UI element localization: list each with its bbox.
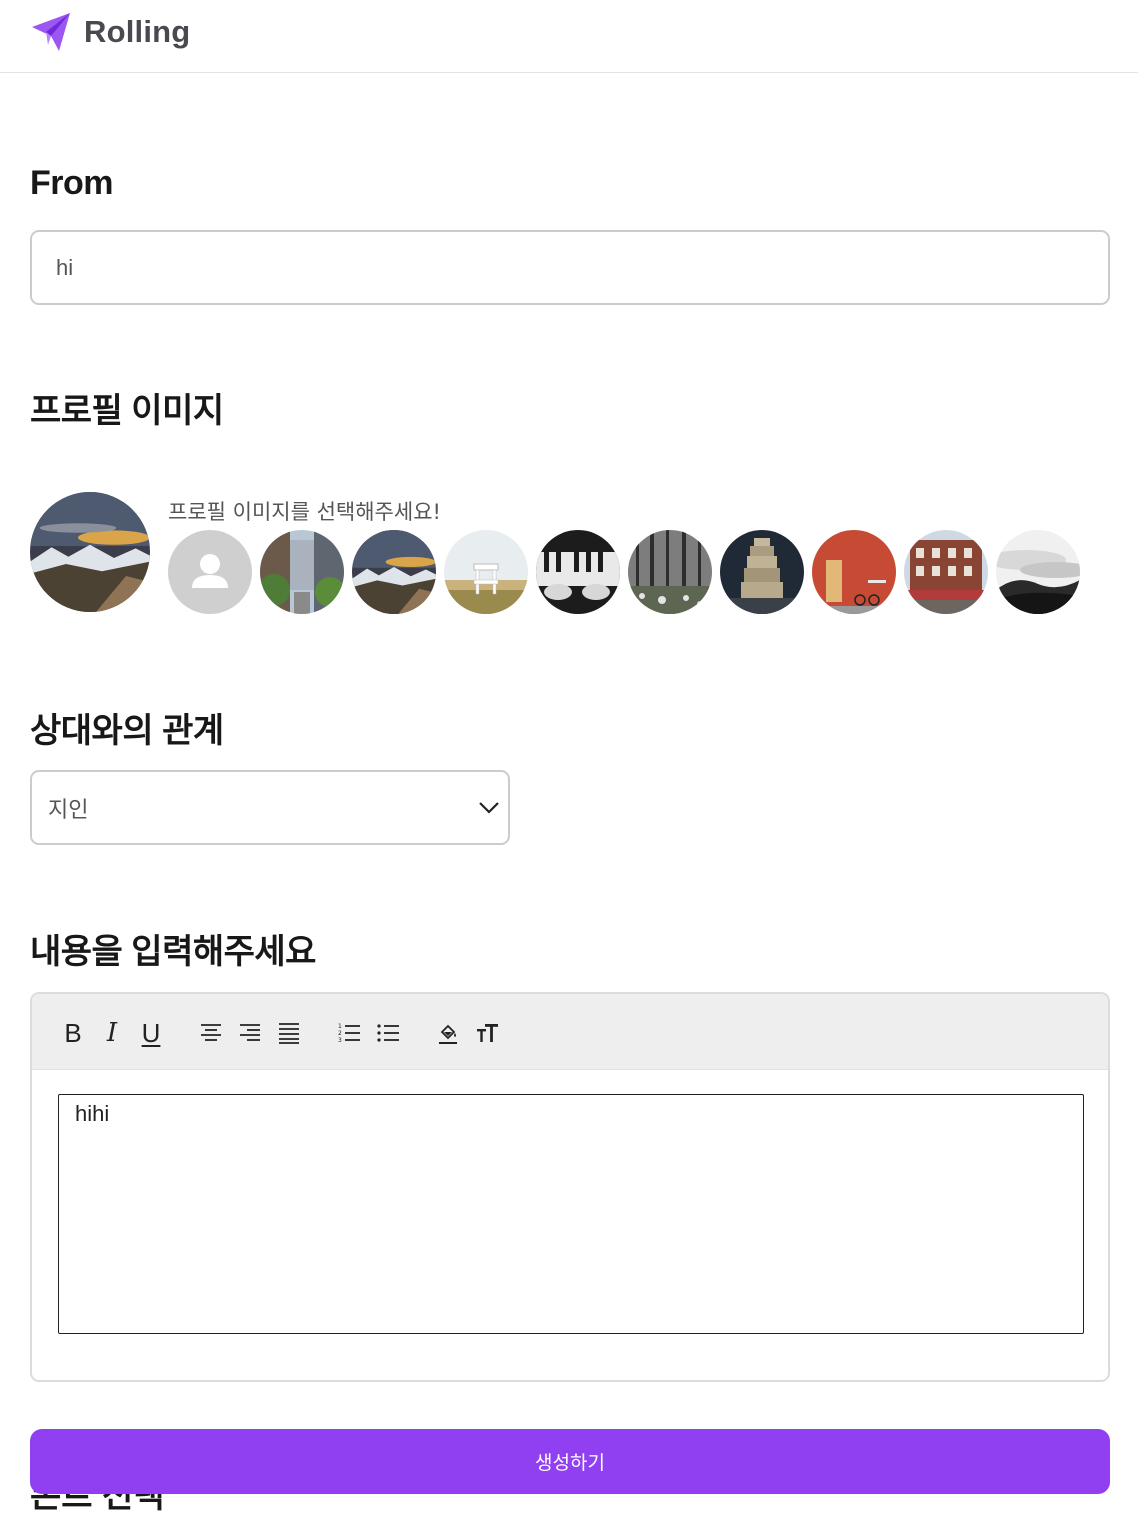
selected-profile-image — [30, 492, 150, 612]
svg-text:1: 1 — [338, 1023, 342, 1030]
profile-option-city[interactable] — [260, 530, 344, 614]
ordered-list-icon: 123 — [338, 1023, 360, 1044]
profile-option-default[interactable] — [168, 530, 252, 614]
city-street-icon — [260, 530, 344, 614]
align-right-icon — [240, 1024, 260, 1041]
editor-toolbar: B I U 123 — [32, 994, 1108, 1070]
header: Rolling — [0, 0, 1138, 73]
profile-option-beach[interactable] — [444, 530, 528, 614]
bold-button[interactable]: B — [58, 1018, 88, 1048]
relation-select-value: 지인 — [48, 797, 89, 823]
underline-button[interactable]: U — [136, 1018, 166, 1048]
font-size-icon — [477, 1024, 498, 1042]
profile-option-tower[interactable] — [720, 530, 804, 614]
align-justify-button[interactable] — [274, 1018, 304, 1048]
content-title: 내용을 입력해주세요 — [30, 933, 316, 971]
align-right-button[interactable] — [235, 1018, 265, 1048]
align-justify-icon — [279, 1023, 299, 1044]
create-button[interactable]: 생성하기 — [30, 1429, 1110, 1494]
profile-hint: 프로필 이미지를 선택해주세요! — [168, 500, 441, 524]
svg-text:2: 2 — [338, 1030, 342, 1037]
bullet-list-button[interactable] — [373, 1018, 403, 1048]
align-center-icon — [201, 1024, 221, 1041]
brick-building-icon — [904, 530, 988, 614]
ordered-list-button[interactable]: 123 — [334, 1018, 364, 1048]
relation-select[interactable]: 지인 — [30, 770, 510, 845]
content-textarea[interactable]: hihi — [58, 1094, 1084, 1334]
stone-tower-icon — [720, 530, 804, 614]
mountain-sunset-icon — [352, 530, 436, 614]
beach-chair-icon — [444, 530, 528, 614]
paper-plane-logo-icon — [32, 13, 70, 51]
profile-option-building[interactable] — [904, 530, 988, 614]
rich-text-editor: B I U 123 hihi — [30, 992, 1110, 1382]
svg-text:3: 3 — [338, 1037, 342, 1044]
fill-color-button[interactable] — [433, 1018, 463, 1048]
app-name: Rolling — [84, 14, 191, 49]
italic-button[interactable]: I — [97, 1018, 127, 1048]
profile-options — [168, 530, 1080, 614]
default-user-icon — [168, 530, 252, 614]
relation-title: 상대와의 관계 — [30, 712, 224, 750]
forest-icon — [628, 530, 712, 614]
from-input[interactable] — [30, 230, 1110, 305]
profile-option-forest[interactable] — [628, 530, 712, 614]
profile-option-clouds[interactable] — [996, 530, 1080, 614]
paint-bucket-icon — [439, 1024, 457, 1044]
mountain-sunset-icon — [30, 492, 150, 612]
chevron-down-icon — [479, 802, 499, 814]
profile-option-red-door[interactable] — [812, 530, 896, 614]
align-center-button[interactable] — [196, 1018, 226, 1048]
piano-keys-icon — [536, 530, 620, 614]
from-title: From — [30, 164, 114, 202]
font-size-button[interactable] — [472, 1018, 502, 1048]
red-door-icon — [812, 530, 896, 614]
profile-option-mountain[interactable] — [352, 530, 436, 614]
bullet-list-icon — [377, 1024, 399, 1042]
profile-option-piano[interactable] — [536, 530, 620, 614]
profile-title: 프로필 이미지 — [30, 392, 224, 430]
cloud-mountain-icon — [996, 530, 1080, 614]
logo[interactable]: Rolling — [30, 10, 190, 54]
